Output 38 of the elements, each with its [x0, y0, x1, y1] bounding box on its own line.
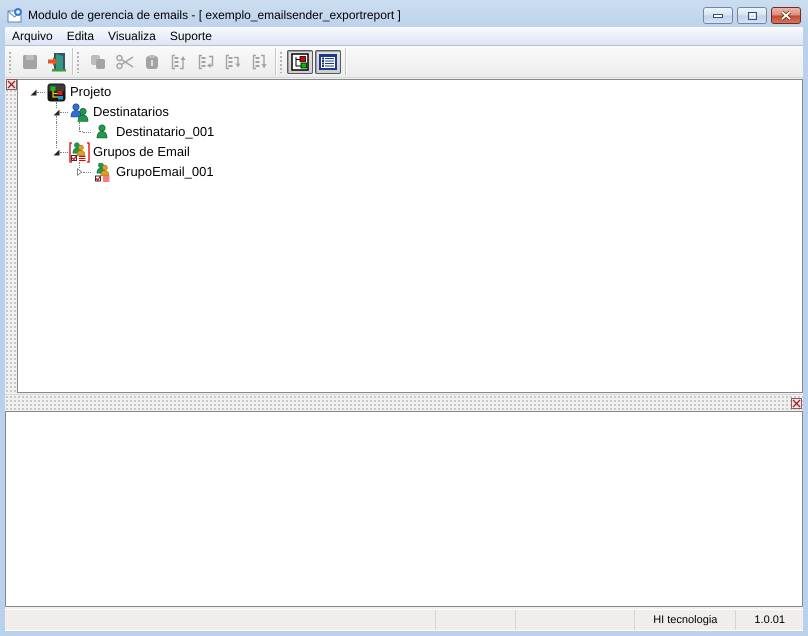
toolbar-grip[interactable] [8, 50, 12, 72]
envelope-icon [7, 7, 23, 23]
close-icon[interactable] [791, 398, 802, 408]
tree-item[interactable]: Destinatario_001 [116, 122, 214, 142]
users-checklist-icon [92, 162, 112, 182]
tree-view-button[interactable] [287, 50, 313, 74]
users-icon [68, 102, 90, 122]
menu-item[interactable]: Visualiza [101, 27, 163, 45]
dock-grip[interactable] [5, 79, 17, 393]
expanded-arrow-icon[interactable] [53, 108, 60, 116]
maximize-icon[interactable] [748, 12, 756, 20]
tree-item[interactable]: Grupos de Email [93, 142, 190, 162]
door-arrow-icon[interactable] [46, 52, 66, 72]
user-icon [95, 124, 109, 140]
menu-item[interactable]: Edita [60, 27, 102, 45]
close-icon[interactable] [780, 10, 792, 21]
expanded-arrow-icon[interactable] [30, 88, 37, 96]
tree-diagram-icon[interactable] [291, 52, 309, 70]
close-icon[interactable] [6, 79, 16, 90]
splitter-grip[interactable] [5, 394, 803, 411]
users-checklist-icon [68, 142, 90, 162]
close-button[interactable] [771, 7, 801, 24]
menu-item[interactable]: Suporte [162, 27, 219, 45]
tree-item[interactable]: GrupoEmail_001 [116, 162, 214, 182]
minimize-icon[interactable] [713, 14, 723, 18]
toolbar-grip[interactable] [279, 50, 283, 72]
tree-item[interactable]: Projeto [70, 82, 112, 102]
window-title: Modulo de gerencia de emails - [ exemplo_emailsender_exportreport ] [28, 7, 401, 23]
status-text: HI tecnologia [635, 610, 736, 630]
diagram-icon [46, 82, 66, 102]
collapsed-arrow-icon[interactable] [76, 168, 83, 176]
menu-item[interactable]: Arquivo [5, 27, 60, 45]
status-text: 1.0.01 [753, 613, 786, 628]
maximize-button[interactable] [737, 7, 767, 24]
toolbar-grip[interactable] [76, 50, 80, 72]
expanded-arrow-icon[interactable] [53, 148, 60, 156]
tree-item[interactable]: Destinatarios [93, 102, 169, 122]
minimize-button[interactable] [703, 7, 733, 24]
